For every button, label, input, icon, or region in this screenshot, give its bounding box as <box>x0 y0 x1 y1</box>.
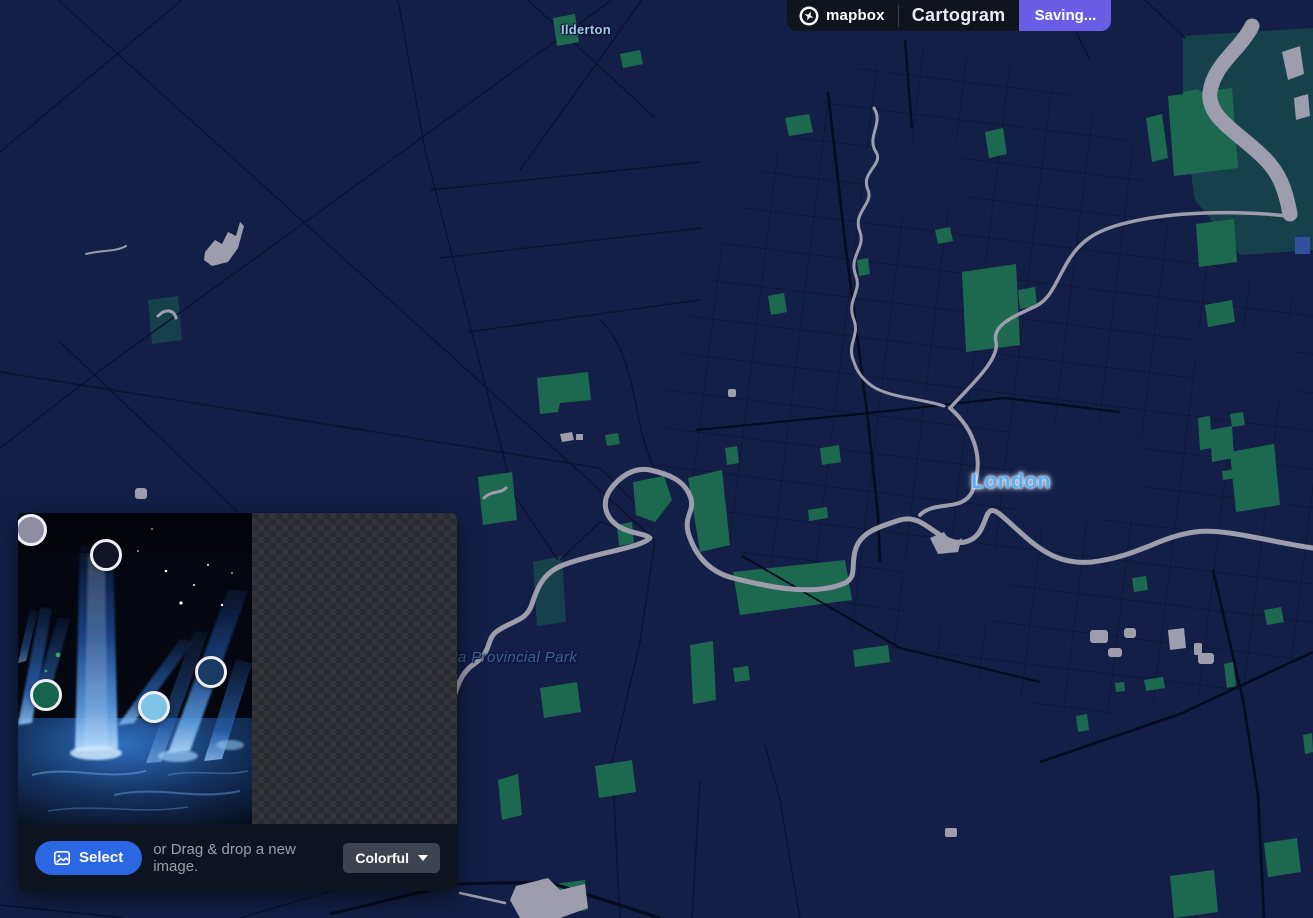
select-button-label: Select <box>79 849 123 866</box>
image-panel: Select or Drag & drop a new image. Color… <box>18 513 457 891</box>
drop-hint: or Drag & drop a new image. <box>153 841 343 875</box>
color-swatch-deep-navy[interactable] <box>195 656 227 688</box>
select-image-button[interactable]: Select <box>35 841 142 875</box>
source-image[interactable] <box>18 513 252 824</box>
saving-button[interactable]: Saving... <box>1019 0 1111 31</box>
color-swatch-ink-black[interactable] <box>90 539 122 571</box>
image-panel-media <box>18 513 457 824</box>
app-title: Cartogram <box>912 5 1006 26</box>
brand-name: mapbox <box>826 7 885 24</box>
topbar-divider <box>898 5 899 27</box>
palette-dropdown[interactable]: Colorful <box>343 843 440 873</box>
image-dropzone[interactable] <box>252 513 457 824</box>
cartogram-app: Ilderton ka Provincial Park London mapbo… <box>0 0 1313 918</box>
panel-toolbar: Select or Drag & drop a new image. Color… <box>18 824 457 891</box>
map-blue-feature <box>1295 237 1310 254</box>
chevron-down-icon <box>418 855 428 861</box>
mapbox-logo-icon <box>799 6 819 26</box>
topbar: mapbox Cartogram Saving... <box>787 0 1111 31</box>
palette-dropdown-value: Colorful <box>355 850 409 866</box>
brand-home-link[interactable]: mapbox Cartogram <box>787 0 1019 31</box>
color-swatch-pine-green[interactable] <box>30 679 62 711</box>
image-icon <box>54 851 70 865</box>
color-swatch-sky-blue[interactable] <box>138 691 170 723</box>
